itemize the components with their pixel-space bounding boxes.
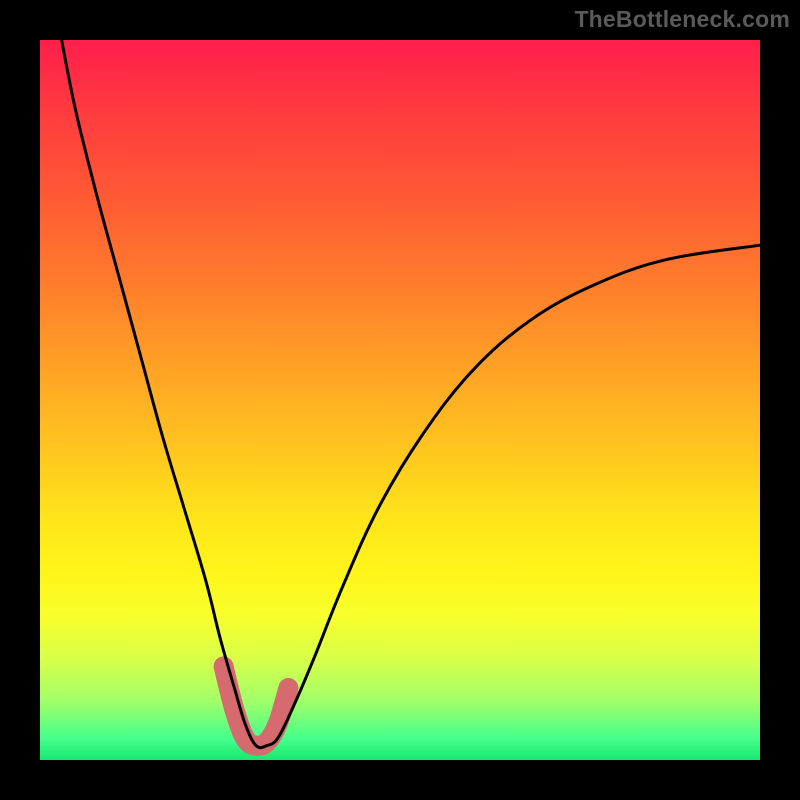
bottleneck-curve-path: [62, 40, 760, 748]
chart-svg: [40, 40, 760, 760]
watermark-text: TheBottleneck.com: [574, 6, 790, 33]
chart-frame: TheBottleneck.com: [0, 0, 800, 800]
plot-area: [40, 40, 760, 760]
